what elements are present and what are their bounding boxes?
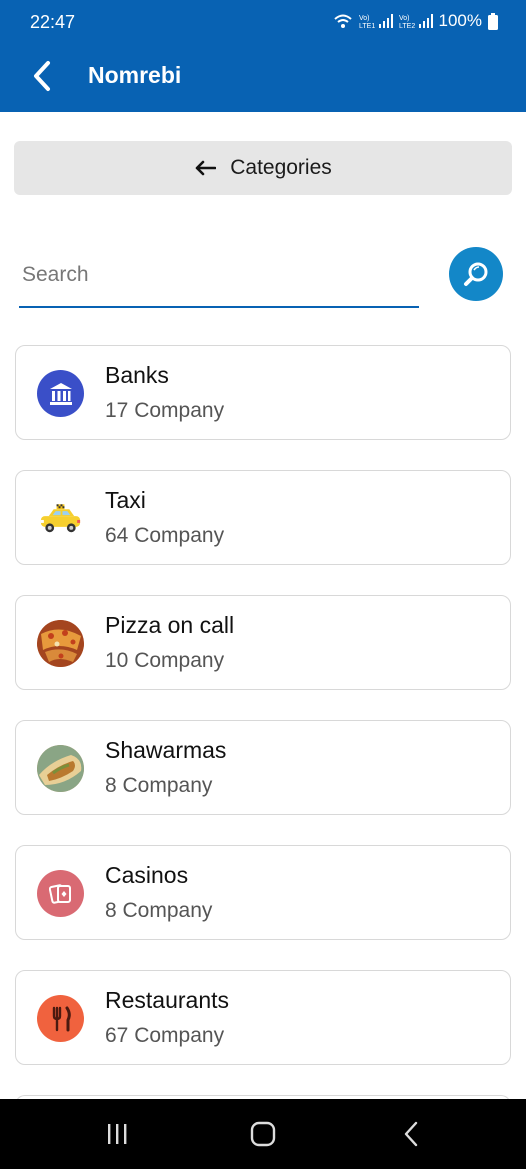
category-list: Banks 17 Company Taxi 64 Company Pizza o… [15, 345, 511, 1095]
category-count: 8 Company [105, 774, 213, 797]
category-name: Pizza on call [105, 612, 235, 638]
battery-icon [488, 12, 498, 30]
status-icons: Vo) LTE1 Vo) LTE2 100% [333, 11, 498, 31]
category-name: Banks [105, 362, 169, 388]
system-back-button[interactable] [396, 1121, 426, 1147]
svg-text:LTE1: LTE1 [359, 23, 375, 29]
back-icon [404, 1121, 418, 1147]
signal-sim2-icon: Vo)LTE2 [399, 14, 433, 29]
chevron-left-icon [34, 61, 50, 91]
recent-apps-icon [108, 1124, 127, 1144]
category-count: 17 Company [105, 399, 225, 422]
category-card-banks[interactable]: Banks 17 Company [15, 345, 511, 440]
system-nav-bar [0, 1099, 526, 1169]
recent-apps-button[interactable] [102, 1121, 132, 1147]
taxi-icon [37, 495, 84, 542]
category-count: 67 Company [105, 1024, 225, 1047]
search-icon [464, 262, 488, 286]
back-button[interactable] [22, 56, 62, 96]
search-field [19, 246, 419, 308]
category-count: 64 Company [105, 524, 225, 547]
shawarma-icon [37, 745, 84, 792]
categories-button-label: Categories [230, 156, 332, 179]
status-time: 22:47 [30, 12, 76, 32]
page-title: Nomrebi [88, 62, 182, 88]
category-count: 10 Company [105, 649, 225, 672]
app-bar: Nomrebi [0, 40, 526, 112]
category-card-shawarmas[interactable]: Shawarmas 8 Company [15, 720, 511, 815]
cutlery-icon [37, 995, 84, 1042]
categories-button[interactable]: Categories [14, 141, 512, 195]
category-name: Taxi [105, 487, 146, 513]
search-button[interactable] [449, 247, 503, 301]
search-input[interactable] [22, 258, 412, 292]
svg-text:Vo): Vo) [399, 15, 410, 22]
category-name: Casinos [105, 862, 189, 888]
category-name: Shawarmas [105, 737, 227, 763]
arrow-left-icon [195, 160, 217, 176]
cards-icon [37, 870, 84, 917]
status-bar: 22:47 Vo) LTE1 Vo) LTE2 100% [0, 0, 526, 40]
bank-icon [37, 370, 84, 417]
category-card-casinos[interactable]: Casinos 8 Company [15, 845, 511, 940]
category-name: Restaurants [105, 987, 230, 1013]
pizza-icon [37, 620, 84, 667]
wifi-icon [333, 14, 352, 28]
category-card-restaurants[interactable]: Restaurants 67 Company [15, 970, 511, 1065]
category-count: 8 Company [105, 899, 213, 922]
category-card-pizza[interactable]: Pizza on call 10 Company [15, 595, 511, 690]
home-icon [250, 1121, 276, 1147]
signal-sim1-icon: Vo)LTE1 [359, 14, 393, 29]
svg-text:Vo): Vo) [359, 15, 370, 22]
svg-text:LTE2: LTE2 [399, 23, 415, 29]
home-button[interactable] [248, 1121, 278, 1147]
category-card-taxi[interactable]: Taxi 64 Company [15, 470, 511, 565]
battery-percent: 100% [438, 11, 482, 30]
